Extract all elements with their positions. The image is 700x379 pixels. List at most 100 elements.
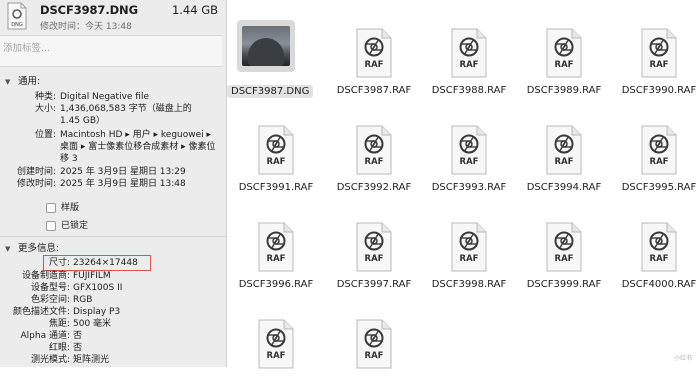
raf-file-icon[interactable]: RAF [639, 124, 679, 176]
file-label[interactable]: DSCF3989.RAF [515, 85, 613, 96]
metering-value: 矩阵测光 [73, 355, 110, 365]
file-item[interactable]: RAF DSCF3994.RAF [515, 97, 605, 193]
dng-icon-label: DNG [11, 22, 23, 28]
raf-file-icon[interactable]: RAF [354, 124, 394, 176]
raf-file-icon[interactable]: RAF [639, 27, 679, 79]
file-item[interactable]: RAF DSCF3999.RAF [515, 194, 605, 290]
file-size: 1.44 GB [171, 3, 218, 17]
raf-file-icon[interactable]: RAF [354, 27, 394, 79]
file-label[interactable]: DSCF3995.RAF [610, 182, 700, 193]
file-item[interactable]: RAF [227, 291, 317, 379]
stationery-checkbox-box[interactable] [46, 202, 56, 213]
file-label[interactable]: DSCF3992.RAF [325, 182, 423, 193]
raf-file-icon[interactable]: RAF [354, 221, 394, 273]
svg-text:RAF: RAF [267, 254, 286, 264]
dimensions-key: 尺寸: [48, 258, 70, 268]
svg-text:RAF: RAF [460, 157, 479, 167]
dng-document-icon: DNG [6, 2, 28, 30]
model-key: 设备型号: [30, 283, 70, 293]
file-label[interactable]: DSCF3997.RAF [325, 279, 423, 290]
file-item[interactable]: RAF DSCF3998.RAF [420, 194, 510, 290]
raf-file-icon[interactable]: RAF [256, 221, 296, 273]
locked-checkbox[interactable]: 已锁定 [46, 218, 88, 231]
raf-file-icon[interactable]: RAF [544, 27, 584, 79]
file-label[interactable]: DSCF3990.RAF [610, 85, 700, 96]
file-label[interactable]: DSCF3988.RAF [420, 85, 518, 96]
location-key: 位置: [34, 130, 56, 140]
created-value: 2025 年 3月9日 星期日 13:29 [60, 167, 186, 177]
focal-length-key: 焦距: [48, 319, 70, 329]
image-thumbnail[interactable] [237, 20, 295, 72]
dimensions-value: 23264×17448 [73, 258, 138, 268]
svg-text:RAF: RAF [555, 157, 574, 167]
kind-key: 种类: [34, 92, 56, 102]
file-item[interactable]: RAF [325, 291, 415, 379]
svg-text:RAF: RAF [267, 157, 286, 167]
file-item[interactable]: RAF DSCF3990.RAF [610, 0, 700, 96]
size-value: 1,436,068,583 字节（磁盘上的 1.45 GB） [60, 104, 192, 126]
modified-key: 修改时间: [16, 179, 56, 189]
file-label[interactable]: DSCF3994.RAF [515, 182, 613, 193]
raf-file-icon[interactable]: RAF [639, 221, 679, 273]
file-label[interactable]: DSCF3993.RAF [420, 182, 518, 193]
info-header: DNG DSCF3987.DNG 1.44 GB 修改时间：今天 13:48 [0, 0, 226, 34]
modified-value: 2025 年 3月9日 星期日 13:48 [60, 179, 186, 189]
section-divider [0, 236, 226, 237]
raf-file-icon[interactable]: RAF [256, 124, 296, 176]
file-item[interactable]: DSCF3987.DNG [227, 0, 317, 98]
tags-input[interactable]: 添加标签... [0, 35, 222, 67]
svg-text:RAF: RAF [650, 157, 669, 167]
file-label[interactable]: DSCF3999.RAF [515, 279, 613, 290]
more-info-section-title: 更多信息: [18, 243, 60, 254]
svg-text:RAF: RAF [365, 60, 384, 70]
make-value: FUJIFILM [73, 271, 111, 281]
locked-checkbox-box[interactable] [46, 220, 56, 231]
file-item[interactable]: RAF DSCF3996.RAF [227, 194, 317, 290]
svg-text:RAF: RAF [460, 254, 479, 264]
svg-text:RAF: RAF [555, 60, 574, 70]
svg-text:RAF: RAF [267, 351, 286, 361]
location-value: Macintosh HD ▸ 用户 ▸ keguowei ▸ 桌面 ▸ 富士像素… [60, 130, 216, 164]
more-info-section-toggle[interactable]: ▼ 更多信息: [0, 240, 59, 254]
raf-file-icon[interactable]: RAF [544, 221, 584, 273]
make-key: 设备制造商: [21, 271, 70, 281]
file-label[interactable]: DSCF3991.RAF [227, 182, 325, 193]
stationery-label: 样版 [61, 203, 80, 213]
raf-file-icon[interactable]: RAF [354, 318, 394, 370]
file-item[interactable]: RAF DSCF3991.RAF [227, 97, 317, 193]
raf-file-icon[interactable]: RAF [449, 124, 489, 176]
file-item[interactable]: RAF DSCF3988.RAF [420, 0, 510, 96]
general-section-toggle[interactable]: ▼ 通用: [0, 73, 40, 87]
file-label[interactable]: DSCF3996.RAF [227, 279, 325, 290]
created-key: 创建时间: [16, 167, 56, 177]
file-item[interactable]: RAF DSCF3995.RAF [610, 97, 700, 193]
red-eye-value: 否 [73, 343, 83, 353]
file-item[interactable]: RAF DSCF3989.RAF [515, 0, 605, 96]
svg-text:RAF: RAF [365, 157, 384, 167]
file-item[interactable]: RAF DSCF3993.RAF [420, 97, 510, 193]
kind-value: Digital Negative file [60, 92, 150, 102]
chevron-down-icon: ▼ [5, 245, 11, 253]
file-label[interactable]: DSCF4000.RAF [610, 279, 700, 290]
color-space-key: 色彩空间: [30, 295, 70, 305]
file-item[interactable]: RAF DSCF3992.RAF [325, 97, 415, 193]
raf-file-icon[interactable]: RAF [256, 318, 296, 370]
file-name: DSCF3987.DNG [40, 3, 138, 17]
photo-preview [242, 26, 290, 66]
metering-key: 测光模式: [30, 355, 70, 365]
file-label[interactable]: DSCF3987.RAF [325, 85, 423, 96]
file-item[interactable]: RAF DSCF3987.RAF [325, 0, 415, 96]
file-label[interactable]: DSCF3998.RAF [420, 279, 518, 290]
raf-file-icon[interactable]: RAF [449, 221, 489, 273]
raf-file-icon[interactable]: RAF [544, 124, 584, 176]
stationery-checkbox[interactable]: 样版 [46, 200, 79, 213]
color-profile-value: Display P3 [73, 307, 121, 317]
general-section-title: 通用: [18, 76, 41, 87]
raf-file-icon[interactable]: RAF [449, 27, 489, 79]
file-item[interactable]: RAF DSCF3997.RAF [325, 194, 415, 290]
file-grid: DSCF3987.DNG RAF DSCF3987.RAF RAF DSCF39… [227, 0, 700, 369]
chevron-down-icon: ▼ [5, 78, 11, 86]
modified-time: 修改时间：今天 13:48 [40, 22, 132, 32]
info-panel: DNG DSCF3987.DNG 1.44 GB 修改时间：今天 13:48 添… [0, 0, 227, 367]
file-item[interactable]: RAF DSCF4000.RAF [610, 194, 700, 290]
